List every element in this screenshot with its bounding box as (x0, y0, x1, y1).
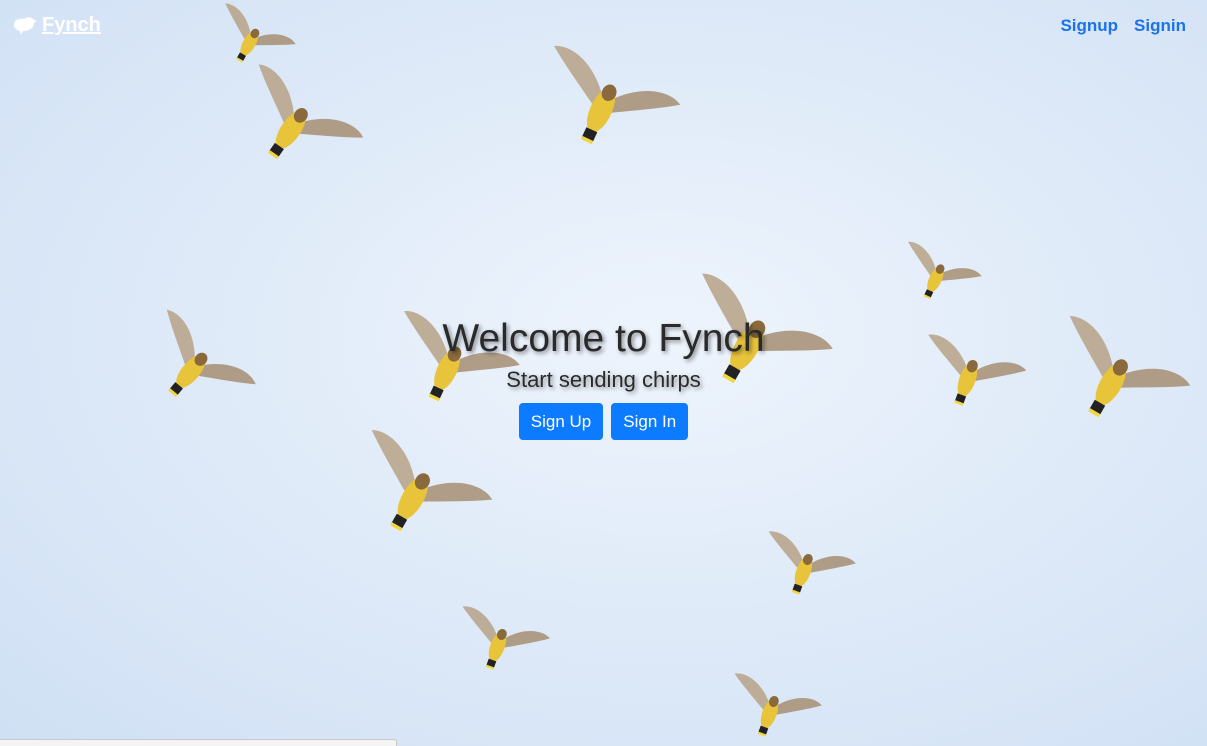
hero-subtitle: Start sending chirps (506, 367, 701, 392)
bird-graphic (445, 604, 551, 685)
hero-button-row: Sign Up Sign In (0, 403, 1207, 440)
brand-name: Fynch (42, 14, 101, 36)
hero-title: Welcome to Fynch (442, 317, 765, 360)
hero-section: Welcome to Fynch Start sending chirps Si… (0, 315, 1207, 440)
bird-graphic (751, 529, 857, 610)
sign-in-button[interactable]: Sign In (611, 403, 689, 440)
brand-link[interactable]: Fynch (12, 14, 101, 37)
bird-graphic (335, 426, 495, 564)
browser-status-bar (0, 739, 397, 746)
nav-signin-link[interactable]: Signin (1134, 16, 1186, 36)
sign-up-button[interactable]: Sign Up (518, 403, 604, 440)
nav-links: Signup Signin (1060, 16, 1186, 36)
bird-graphic (717, 671, 823, 746)
nav-signup-link[interactable]: Signup (1060, 16, 1118, 36)
bird-icon (12, 16, 38, 36)
bird-graphic (523, 42, 682, 172)
top-navbar: Fynch Signup Signin (0, 0, 1207, 54)
bird-graphic (890, 239, 983, 315)
bird-graphic (220, 61, 366, 193)
